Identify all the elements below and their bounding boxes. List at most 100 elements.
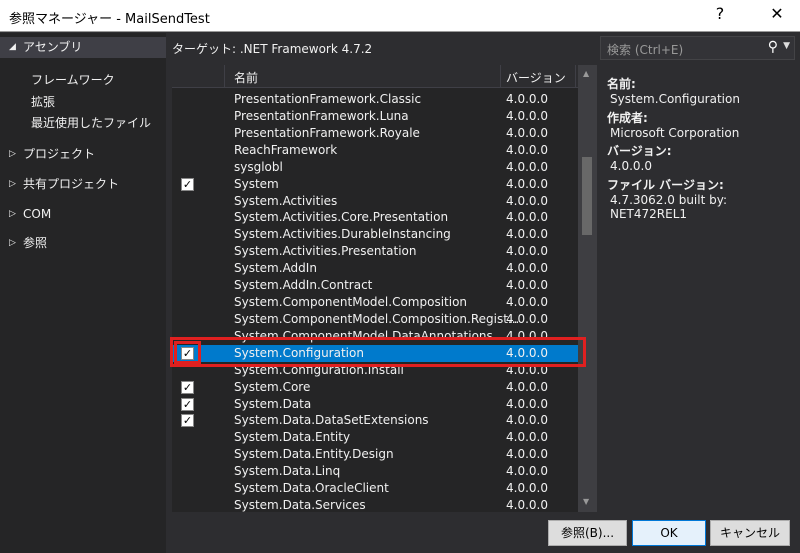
category-panel: ◢ アセンブリ フレームワーク 拡張 最近使用したファイル ▷ プロジェクト ▷ 共有… — [0, 33, 166, 553]
table-row[interactable]: System.Activities.Core.Presentation 4.0.0… — [172, 209, 578, 226]
detail-author-label: 作成者: — [607, 111, 648, 125]
assembly-version: 4.0.0.0 — [506, 261, 548, 276]
table-row[interactable]: System.AddIn 4.0.0.0 — [172, 260, 578, 277]
target-framework: ターゲット: .NET Framework 4.7.2 — [172, 42, 373, 56]
table-row[interactable]: PresentationFramework.Luna 4.0.0.0 — [172, 108, 578, 125]
checkbox[interactable]: ✓ — [181, 397, 194, 411]
assembly-name: System.Core — [234, 379, 311, 394]
assembly-version: 4.0.0.0 — [506, 278, 548, 293]
assembly-name: PresentationFramework.Luna — [234, 108, 409, 123]
assembly-version: 4.0.0.0 — [506, 413, 548, 428]
table-row[interactable]: System.AddIn.Contract 4.0.0.0 — [172, 277, 578, 294]
table-row[interactable]: System.ComponentModel.Composition 4.0.0.0 — [172, 294, 578, 311]
table-row[interactable]: sysglobl 4.0.0.0 — [172, 159, 578, 176]
collapsed-arrow-icon: ▷ — [9, 209, 16, 219]
table-row[interactable]: System.Data.OracleClient 4.0.0.0 — [172, 480, 578, 497]
list-header: 名前 バージョン — [172, 65, 578, 88]
collapsed-arrow-icon: ▷ — [9, 238, 16, 248]
checkbox[interactable]: ✓ — [181, 414, 194, 428]
assembly-name: System.AddIn — [234, 261, 317, 276]
assembly-version: 4.0.0.0 — [506, 227, 548, 242]
collapsed-arrow-icon: ▷ — [9, 149, 16, 159]
scrollbar-thumb[interactable] — [582, 157, 592, 235]
ok-button[interactable]: OK — [632, 520, 706, 546]
assembly-version: 4.0.0.0 — [506, 92, 548, 106]
assembly-version: 4.0.0.0 — [506, 176, 548, 191]
search-input[interactable]: 検索 (Ctrl+E) ⚲ ▼ — [600, 36, 795, 60]
checkbox-highlight-annotation — [174, 341, 201, 364]
checkbox[interactable]: ✓ — [181, 177, 194, 191]
table-row[interactable]: PresentationFramework.Royale 4.0.0.0 — [172, 125, 578, 142]
assembly-name: PresentationFramework.Royale — [234, 125, 420, 140]
nav-extensions[interactable]: 拡張 — [31, 93, 55, 110]
title-bar: 参照マネージャー - MailSendTest ? ✕ — [0, 0, 800, 32]
assembly-name: System.AddIn.Contract — [234, 278, 373, 293]
nav-assemblies[interactable]: ◢ アセンブリ — [0, 37, 166, 58]
column-name[interactable]: 名前 — [234, 69, 258, 86]
nav-projects[interactable]: ▷ プロジェクト — [0, 144, 166, 165]
table-row[interactable]: System.Data.Services 4.0.0.0 — [172, 497, 578, 512]
detail-version-label: バージョン: — [607, 144, 672, 158]
dropdown-arrow-icon[interactable]: ▼ — [783, 41, 790, 51]
table-row[interactable]: PresentationFramework.Classic 4.0.0.0 — [172, 91, 578, 108]
scroll-down-icon[interactable]: ▼ — [583, 497, 589, 506]
table-row[interactable]: System.Activities.Presentation 4.0.0.0 — [172, 243, 578, 260]
column-version[interactable]: バージョン — [506, 69, 566, 86]
close-button[interactable]: ✕ — [762, 4, 792, 23]
assembly-version: 4.0.0.0 — [506, 311, 548, 326]
assembly-name: System.ComponentModel.Composition.Regist… — [234, 311, 520, 326]
assembly-name: System.Activities.Core.Presentation — [234, 210, 449, 225]
table-row[interactable]: System.Activities.DurableInstancing 4.0.0… — [172, 226, 578, 243]
assembly-name: System.Data.Entity.Design — [234, 447, 394, 462]
nav-com[interactable]: ▷ COM — [0, 204, 166, 225]
assembly-version: 4.0.0.0 — [506, 379, 548, 394]
assembly-name: System.Activities.DurableInstancing — [234, 227, 451, 242]
assembly-version: 4.0.0.0 — [506, 430, 548, 445]
detail-version: 4.0.0.0 — [610, 159, 652, 173]
assembly-version: 4.0.0.0 — [506, 108, 548, 123]
assembly-version: 4.0.0.0 — [506, 125, 548, 140]
assembly-version: 4.0.0.0 — [506, 396, 548, 411]
assembly-version: 4.0.0.0 — [506, 464, 548, 479]
nav-shared-projects[interactable]: ▷ 共有プロジェクト — [0, 174, 166, 195]
detail-name: System.Configuration — [610, 92, 740, 106]
nav-recent-files[interactable]: 最近使用したファイル — [31, 114, 151, 131]
assembly-name: ReachFramework — [234, 142, 338, 157]
assembly-version: 4.0.0.0 — [506, 447, 548, 462]
assembly-name: System.ComponentModel.Composition — [234, 295, 468, 310]
nav-framework[interactable]: フレームワーク — [31, 71, 115, 88]
detail-author: Microsoft Corporation — [610, 126, 740, 140]
assembly-name: System.Activities — [234, 193, 338, 208]
scroll-up-icon[interactable]: ▲ — [583, 69, 589, 78]
search-icon[interactable]: ⚲ — [768, 39, 778, 55]
assembly-version: 4.0.0.0 — [506, 210, 548, 225]
table-row[interactable]: ReachFramework 4.0.0.0 — [172, 142, 578, 159]
assembly-name: System.Data.Services — [234, 498, 366, 512]
cancel-button[interactable]: キャンセル — [710, 520, 790, 546]
table-row[interactable]: System.Data.Entity 4.0.0.0 — [172, 429, 578, 446]
table-row[interactable]: System.ComponentModel.Composition.Regist… — [172, 311, 578, 328]
assembly-version: 4.0.0.0 — [506, 142, 548, 157]
assembly-list[interactable]: 名前 バージョン PresentationFramework.Classic 4.… — [172, 65, 597, 512]
assembly-name: System.Data.DataSetExtensions — [234, 413, 429, 428]
highlight-annotation — [170, 337, 586, 367]
browse-button[interactable]: 参照(B)... — [548, 520, 627, 546]
assembly-name: System.Data — [234, 396, 312, 411]
table-row[interactable]: System.Data.Entity.Design 4.0.0.0 — [172, 446, 578, 463]
table-row[interactable]: ✓ System 4.0.0.0 — [172, 176, 578, 193]
scrollbar[interactable]: ▲ ▼ — [578, 65, 597, 512]
table-row[interactable]: System.Activities 4.0.0.0 — [172, 193, 578, 210]
assembly-version: 4.0.0.0 — [506, 295, 548, 310]
assembly-version: 4.0.0.0 — [506, 159, 548, 174]
table-row[interactable]: System.Data.Linq 4.0.0.0 — [172, 463, 578, 480]
assembly-name: System.Data.OracleClient — [234, 481, 389, 496]
table-row[interactable]: ✓ System.Data.DataSetExtensions 4.0.0.0 — [172, 412, 578, 429]
detail-file-version-label: ファイル バージョン: — [607, 178, 724, 192]
assembly-version: 4.0.0.0 — [506, 498, 548, 512]
table-row[interactable]: ✓ System.Core 4.0.0.0 — [172, 379, 578, 396]
table-row[interactable]: ✓ System.Data 4.0.0.0 — [172, 396, 578, 413]
nav-browse[interactable]: ▷ 参照 — [0, 233, 166, 254]
assembly-version: 4.0.0.0 — [506, 193, 548, 208]
help-button[interactable]: ? — [705, 4, 735, 23]
checkbox[interactable]: ✓ — [181, 380, 194, 394]
